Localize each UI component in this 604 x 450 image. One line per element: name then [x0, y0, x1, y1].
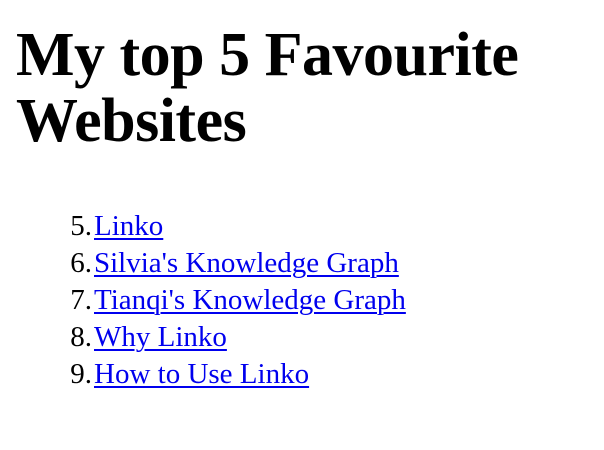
list-item-number: 9. [70, 358, 92, 390]
link-how-to-use-linko[interactable]: How to Use Linko [94, 358, 309, 390]
list-item: 9. How to Use Linko [70, 356, 588, 393]
list-item: 8. Why Linko [70, 319, 588, 356]
favourite-websites-list: 5. Linko 6. Silvia's Knowledge Graph 7. … [16, 208, 588, 393]
list-item-number: 7. [70, 284, 92, 316]
list-item-number: 6. [70, 247, 92, 279]
list-item: 7. Tianqi's Knowledge Graph [70, 282, 588, 319]
link-silvias-knowledge-graph[interactable]: Silvia's Knowledge Graph [94, 247, 399, 279]
page-title: My top 5 Favourite Websites [16, 21, 519, 155]
link-why-linko[interactable]: Why Linko [94, 321, 227, 353]
list-item-number: 8. [70, 321, 92, 353]
link-tianqis-knowledge-graph[interactable]: Tianqi's Knowledge Graph [94, 284, 406, 316]
list-item-number: 5. [70, 210, 92, 242]
list-item: 6. Silvia's Knowledge Graph [70, 245, 588, 282]
page: My top 5 Favourite Websites 5. Linko 6. … [0, 0, 604, 450]
link-linko[interactable]: Linko [94, 210, 163, 242]
list-item: 5. Linko [70, 208, 588, 245]
